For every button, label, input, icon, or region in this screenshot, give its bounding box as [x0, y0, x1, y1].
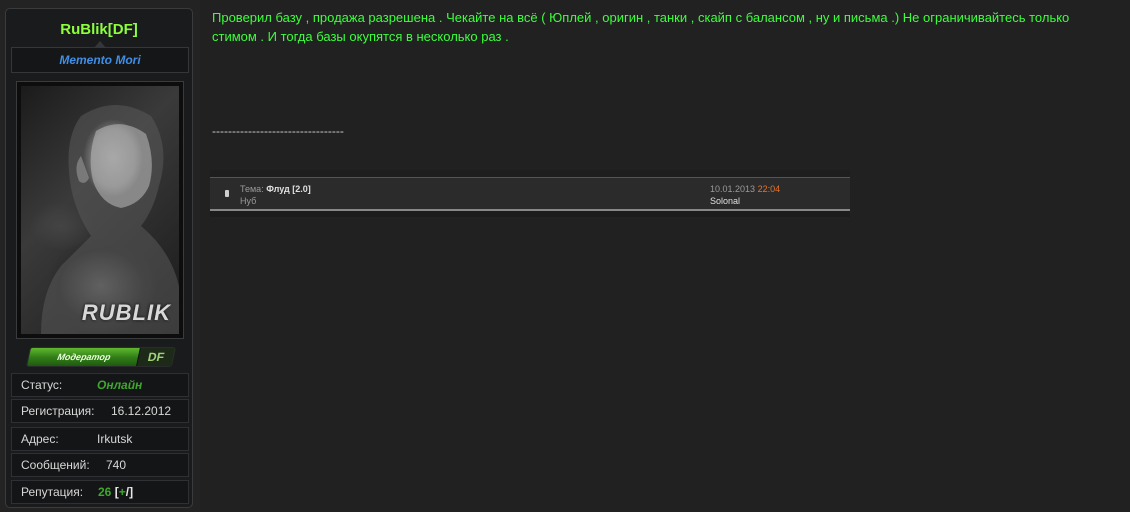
username-link[interactable]: RuBlik[DF]	[6, 21, 192, 38]
post-content-area: Проверил базу , продажа разрешена . Чека…	[200, 0, 1130, 512]
avatar-frame: RUBLIK	[16, 81, 184, 339]
registration-label: Регистрация:	[21, 404, 95, 418]
status-row: Статус: Онлайн	[11, 373, 189, 397]
posts-row: Сообщений: 740	[11, 453, 189, 477]
rank-label: Модератор	[56, 352, 112, 362]
registration-row: Регистрация: 16.12.2012	[11, 399, 189, 423]
topic-name: Флуд [2.0]	[266, 184, 311, 194]
user-profile-panel: RuBlik[DF] Memento Mori RUBLIK Модератор…	[5, 8, 193, 508]
address-value: Irkutsk	[97, 432, 133, 446]
posts-label: Сообщений:	[21, 458, 90, 472]
reputation-value: 26	[98, 485, 112, 499]
screenshot-author: Нуб	[240, 196, 257, 206]
reputation-value-group: 26 [+/]	[98, 481, 133, 503]
posts-value: 740	[106, 458, 127, 472]
usertitle-box: Memento Mori	[11, 41, 189, 73]
screenshot-topic-row: Тема: Флуд [2.0] Нуб 10.01.2013 22:04 So…	[210, 179, 850, 211]
screenshot-time: 22:04	[757, 184, 781, 194]
screenshot-topic: Тема: Флуд [2.0]	[240, 184, 311, 194]
screenshot-top-strip	[210, 170, 850, 178]
registration-value: 16.12.2012	[111, 404, 172, 418]
screenshot-last-poster: Solonal	[710, 196, 741, 206]
address-label: Адрес:	[21, 432, 59, 446]
reputation-label: Репутация:	[21, 485, 84, 499]
address-row: Адрес: Irkutsk	[11, 427, 189, 451]
avatar-caption: RUBLIK	[81, 300, 171, 325]
status-label: Статус:	[21, 378, 63, 392]
usertitle: Memento Mori	[59, 53, 141, 67]
reputation-row: Репутация: 26 [+/]	[11, 480, 189, 504]
post-divider: ---------------------------------	[212, 124, 344, 138]
reputation-bracket-close: ]	[129, 485, 134, 499]
screenshot-date-value: 10.01.2013	[710, 184, 756, 194]
screenshot-date: 10.01.2013 22:04	[710, 184, 780, 194]
avatar-portrait-icon	[41, 105, 179, 334]
rank-badge: Модератор DF	[25, 347, 177, 367]
topic-prefix: Тема:	[240, 184, 264, 194]
reputation-plus-link[interactable]: +	[119, 485, 126, 499]
post-message: Проверил базу , продажа разрешена . Чека…	[212, 10, 1070, 44]
rank-group: DF	[136, 348, 175, 366]
status-value: Онлайн	[97, 378, 143, 392]
screenshot-bottom-strip	[210, 211, 850, 217]
topic-bullet-icon	[225, 190, 229, 197]
embedded-forum-screenshot[interactable]: Тема: Флуд [2.0] Нуб 10.01.2013 22:04 So…	[210, 170, 850, 217]
avatar[interactable]: RUBLIK	[21, 86, 179, 334]
